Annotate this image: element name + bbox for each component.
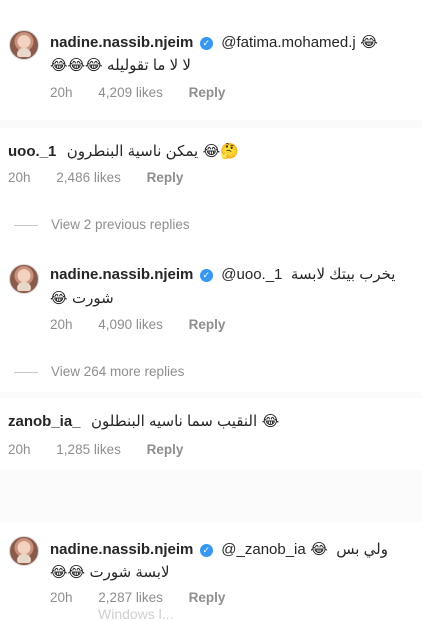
- laughing-emoji-icon: 😂: [261, 413, 280, 430]
- timestamp: 20h: [8, 442, 31, 457]
- likes-count[interactable]: 2,287 likes: [98, 590, 163, 605]
- view-previous-replies-button[interactable]: View 2 previous replies: [51, 217, 190, 232]
- emojis-icon: 😂🤔: [202, 143, 239, 160]
- view-more-replies-button[interactable]: View 264 more replies: [51, 364, 184, 379]
- mention-link[interactable]: @fatima.mohamed.j: [221, 34, 355, 51]
- avatar[interactable]: [9, 264, 39, 294]
- reply-button[interactable]: Reply: [189, 85, 226, 100]
- comment-text: ولي بس: [336, 541, 388, 558]
- likes-count[interactable]: 4,209 likes: [98, 85, 163, 100]
- reply-button[interactable]: Reply: [189, 590, 226, 605]
- reply-comment-3: nadine.nassib.njeim ✓ @uoo._1 يخرب بيتك …: [0, 250, 422, 355]
- comment-text: يمكن ناسية البنطرون: [66, 143, 199, 160]
- mention-link[interactable]: @_zanob_ia: [221, 541, 305, 558]
- view-replies-line: [14, 372, 38, 373]
- username[interactable]: nadine.nassib.njeim: [50, 541, 193, 558]
- laughing-emoji-icon: 😂😂: [50, 564, 86, 581]
- laughing-emoji-icon: 😂😂😂: [50, 57, 103, 74]
- username[interactable]: nadine.nassib.njeim: [50, 266, 193, 283]
- comment-text: شورت: [71, 290, 114, 307]
- reply-button[interactable]: Reply: [147, 442, 184, 457]
- reply-comment-5: nadine.nassib.njeim ✓ @_zanob_ia 😂 ولي ب…: [0, 522, 422, 621]
- username[interactable]: nadine.nassib.njeim: [50, 34, 193, 51]
- reply-button[interactable]: Reply: [189, 317, 226, 332]
- avatar[interactable]: [9, 30, 39, 60]
- reply-button[interactable]: Reply: [147, 170, 184, 185]
- avatar[interactable]: [9, 536, 39, 566]
- watermark-text: Windows l...: [98, 606, 174, 621]
- laughing-emoji-icon: 😂: [310, 541, 328, 558]
- timestamp: 20h: [50, 590, 73, 605]
- comment-text: لابسة شورت: [89, 564, 170, 581]
- comment-4: zanob_ia_ النقيب سما ناسيه البنطلون 😂 20…: [0, 398, 422, 470]
- verified-badge-icon: ✓: [199, 269, 213, 282]
- likes-count[interactable]: 1,285 likes: [56, 442, 121, 457]
- timestamp: 20h: [50, 317, 73, 332]
- comment-text: النقيب سما ناسيه البنطلون: [90, 413, 258, 430]
- likes-count[interactable]: 2,486 likes: [56, 170, 121, 185]
- username[interactable]: zanob_ia_: [8, 413, 81, 430]
- mention-link[interactable]: @uoo._1: [221, 266, 282, 283]
- laughing-emoji-icon: 😂: [50, 290, 68, 307]
- view-replies-line: [14, 225, 38, 226]
- timestamp: 20h: [50, 85, 73, 100]
- laughing-emoji-icon: 😂: [360, 34, 378, 51]
- verified-badge-icon: ✓: [199, 37, 213, 50]
- divider: [0, 120, 422, 128]
- reply-comment-1: nadine.nassib.njeim ✓ @fatima.mohamed.j …: [0, 0, 422, 120]
- comment-text: يخرب بيتك لابسة: [290, 266, 396, 283]
- likes-count[interactable]: 4,090 likes: [98, 317, 163, 332]
- username[interactable]: uoo._1: [8, 143, 56, 160]
- divider: [0, 470, 422, 522]
- comment-text: لا لا ما تقوليله: [107, 57, 191, 74]
- verified-badge-icon: ✓: [199, 544, 213, 557]
- timestamp: 20h: [8, 170, 31, 185]
- comment-2: uoo._1 يمكن ناسية البنطرون 😂🤔 20h 2,486 …: [0, 128, 422, 198]
